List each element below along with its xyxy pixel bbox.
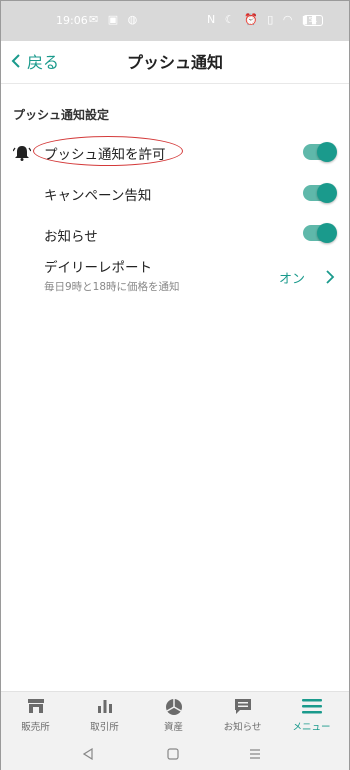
bar-chart-icon	[97, 700, 112, 713]
back-nav-icon[interactable]	[83, 748, 93, 760]
news-toggle[interactable]	[303, 223, 337, 243]
daily-report-value[interactable]: オン	[279, 268, 305, 287]
pie-chart-icon	[165, 699, 182, 715]
tab-label: 取引所	[90, 722, 119, 733]
menu-icon	[301, 699, 322, 714]
header: 戻る プッシュ通知	[1, 41, 349, 84]
tab-label: お知らせ	[223, 722, 262, 733]
status-time: 19:06	[56, 14, 88, 27]
home-nav-icon[interactable]	[167, 748, 179, 760]
store-icon	[27, 699, 44, 713]
tab-exchange[interactable]: 取引所	[70, 692, 139, 737]
news-label: お知らせ	[44, 229, 98, 245]
tab-label: 資産	[163, 722, 183, 733]
chevron-right-icon[interactable]	[325, 270, 335, 284]
status-bar: 19:06 ✉ ▣ ◍ N ☾ ⏰ ▯ ◠ ▮▮ 51	[1, 1, 349, 41]
toggle-knob	[317, 142, 337, 162]
bell-icon	[13, 146, 31, 161]
allow-push-label: プッシュ通知を許可	[44, 147, 166, 163]
system-nav-bar	[1, 737, 349, 770]
campaign-label: キャンペーン告知	[44, 188, 152, 204]
campaign-toggle[interactable]	[303, 183, 337, 203]
message-icon	[234, 699, 251, 714]
toggle-knob	[317, 223, 337, 243]
recents-nav-icon[interactable]	[249, 749, 261, 759]
page-title: プッシュ通知	[126, 53, 223, 72]
section-title: プッシュ通知設定	[13, 108, 110, 122]
toggle-knob	[317, 183, 337, 203]
bottom-tab-bar: 販売所 取引所 資産 お知らせ メニュー	[1, 691, 349, 737]
tab-notices[interactable]: お知らせ	[208, 692, 277, 737]
tab-menu[interactable]: メニュー	[277, 692, 346, 737]
phone-screen: 19:06 ✉ ▣ ◍ N ☾ ⏰ ▯ ◠ ▮▮ 51 戻る プッシュ通知 プッ…	[0, 0, 350, 770]
allow-push-toggle[interactable]	[303, 142, 337, 162]
battery-icon: 51	[303, 15, 323, 26]
status-notification-icons: ✉ ▣ ◍	[89, 13, 141, 26]
tab-assets[interactable]: 資産	[139, 692, 208, 737]
tab-label: メニュー	[292, 722, 331, 733]
daily-report-label[interactable]: デイリーレポート	[44, 256, 152, 276]
daily-report-description: 毎日9時と18時に価格を通知	[44, 281, 180, 293]
tab-label: 販売所	[21, 722, 50, 733]
tab-store[interactable]: 販売所	[1, 692, 70, 737]
